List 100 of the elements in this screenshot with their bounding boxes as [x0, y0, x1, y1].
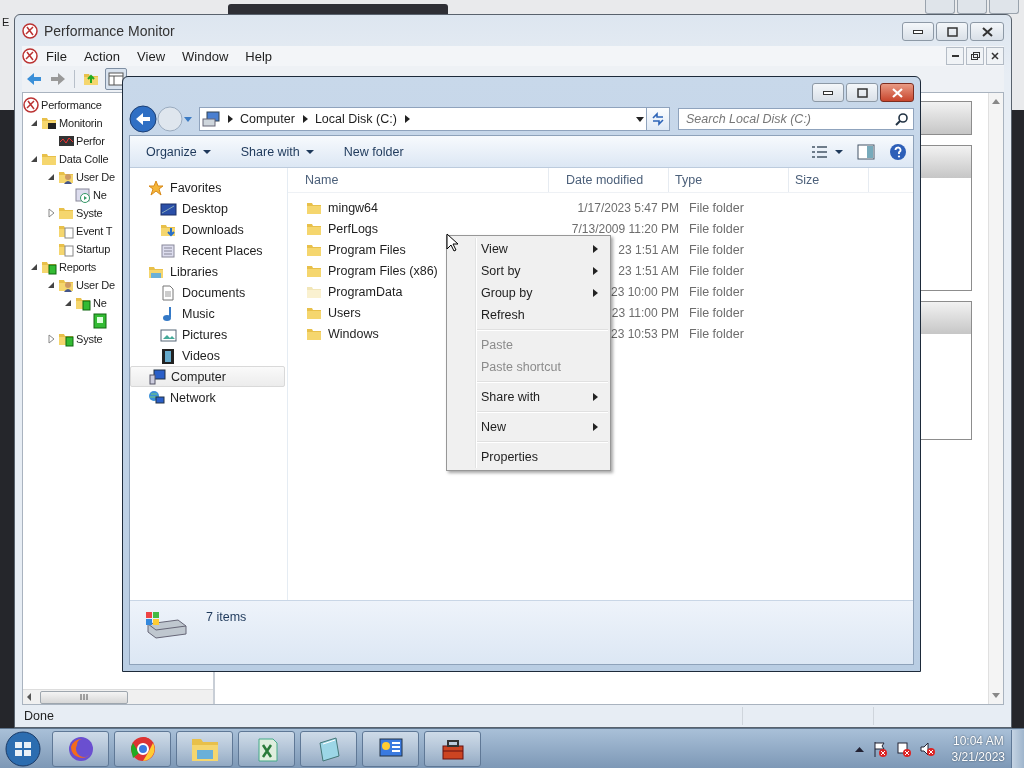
toolbar-button[interactable]: New folder	[343, 141, 404, 162]
file-name[interactable]: ProgramData	[328, 284, 403, 299]
tree-item[interactable]: User De	[76, 279, 115, 291]
preview-pane-icon[interactable]	[857, 143, 875, 160]
tree-item[interactable]: Perfor	[76, 135, 105, 147]
minimize-button[interactable]	[812, 83, 844, 102]
maximize-button[interactable]	[936, 22, 968, 41]
menu-item[interactable]: Action	[75, 48, 130, 64]
refresh-button[interactable]	[646, 107, 670, 131]
flag-alert-icon[interactable]	[871, 740, 888, 757]
nav-item[interactable]: Libraries	[130, 261, 285, 282]
menu-item[interactable]: Window	[174, 48, 238, 64]
file-name[interactable]: mingw64	[328, 200, 379, 215]
folder-icon	[58, 205, 74, 221]
type-cell-text: File folder	[688, 221, 745, 236]
tree-item[interactable]: Syste	[76, 207, 103, 219]
close-button[interactable]	[970, 22, 1004, 41]
show-hidden-icons-icon[interactable]	[854, 745, 864, 752]
file-name[interactable]: Program Files (x86)	[328, 263, 438, 278]
nav-item[interactable]: Music	[130, 303, 285, 324]
nav-item[interactable]: Videos	[130, 345, 285, 366]
close-button[interactable]	[986, 47, 1004, 65]
left-arrow-icon	[26, 693, 32, 701]
search-box[interactable]: Search Local Disk (C:)	[678, 108, 914, 130]
file-name[interactable]: Program Files	[328, 242, 406, 257]
back-button[interactable]	[129, 105, 157, 133]
scroll-thumb[interactable]	[40, 690, 128, 704]
breadcrumb-item[interactable]: Computer	[240, 112, 295, 126]
toolbar-button[interactable]: Share with	[240, 141, 314, 162]
nav-item[interactable]: Desktop	[130, 198, 285, 219]
history-dropdown-icon[interactable]	[183, 115, 193, 123]
column-header[interactable]: Size	[789, 168, 869, 192]
tree-item[interactable]: Monitorin	[59, 117, 103, 129]
type-cell-text: File folder	[688, 326, 745, 341]
nav-item[interactable]: Pictures	[130, 324, 285, 345]
address-bar[interactable]: Computer Local Disk (C:)	[199, 107, 647, 131]
type-cell-text: File folder	[688, 305, 745, 320]
tree-item[interactable]: Startup	[76, 243, 111, 255]
date-text: 23 10:53 PM	[610, 326, 679, 341]
speaker-muted-icon[interactable]	[919, 740, 936, 757]
search-field[interactable]: Search Local Disk (C:)	[686, 109, 895, 129]
expanded-icon[interactable]	[29, 262, 39, 272]
start-button[interactable]	[4, 729, 42, 768]
vertical-scrollbar[interactable]	[988, 93, 1003, 704]
file-name[interactable]: Users	[328, 305, 361, 320]
nav-item[interactable]: Recent Places	[130, 240, 285, 261]
maximize-button[interactable]	[846, 83, 878, 102]
tree-item[interactable]: User De	[76, 171, 115, 183]
nav-item[interactable]: Network	[130, 387, 285, 408]
network-alert-icon[interactable]	[895, 740, 912, 757]
taskbar-button[interactable]	[238, 730, 295, 767]
tree-item[interactable]: Event T	[76, 225, 113, 237]
collapsed-icon[interactable]	[46, 208, 56, 218]
expanded-icon[interactable]	[46, 172, 56, 182]
menu-item[interactable]: Help	[237, 48, 282, 64]
date-text: 1/17/2023 5:47 PM	[577, 200, 679, 215]
submenu-arrow-icon	[593, 267, 598, 275]
column-header[interactable]: Name	[288, 168, 549, 192]
submenu-arrow-icon	[593, 289, 598, 297]
expanded-icon[interactable]	[46, 280, 56, 290]
circle-logo-icon	[128, 734, 157, 763]
taskbar-button[interactable]	[52, 730, 109, 767]
folder-icon	[41, 115, 57, 131]
document-icon	[58, 241, 74, 257]
menu-item[interactable]: View	[129, 48, 175, 64]
menu-item[interactable]: File	[38, 48, 76, 64]
expanded-icon[interactable]	[29, 154, 39, 164]
refresh-icon	[650, 111, 666, 127]
restore-button[interactable]	[966, 47, 984, 65]
tree-item[interactable]: Ne	[93, 189, 107, 201]
taskbar-button[interactable]	[424, 730, 481, 767]
column-header[interactable]: Type	[669, 168, 789, 192]
expanded-icon[interactable]	[29, 118, 39, 128]
tree-item[interactable]: Data Colle	[59, 153, 109, 165]
horizontal-scrollbar[interactable]	[23, 689, 213, 704]
taskbar-button[interactable]	[362, 730, 419, 767]
minimize-icon	[951, 55, 959, 57]
nav-item[interactable]: Computer	[130, 366, 285, 387]
file-name[interactable]: Windows	[328, 326, 379, 341]
minimize-button[interactable]	[946, 47, 964, 65]
tree-item[interactable]: Syste	[76, 333, 103, 345]
toolbar-button[interactable]: Organize	[146, 141, 211, 162]
tree-item[interactable]: Reports	[59, 261, 97, 273]
help-icon[interactable]	[889, 142, 907, 161]
nav-item[interactable]: Favorites	[130, 177, 285, 198]
nav-item[interactable]: Downloads	[130, 219, 285, 240]
nav-item[interactable]: Documents	[130, 282, 285, 303]
tree-item[interactable]: Performance	[41, 99, 102, 111]
tree-toggle-button[interactable]	[105, 68, 127, 90]
view-list-icon	[811, 144, 829, 159]
minimize-button[interactable]	[902, 22, 934, 41]
expanded-icon[interactable]	[63, 298, 73, 308]
show-desktop-button[interactable]	[1011, 729, 1024, 768]
tree-item[interactable]: Ne	[93, 297, 107, 309]
star-icon	[148, 179, 165, 196]
breadcrumb-item[interactable]: Local Disk (C:)	[314, 112, 397, 126]
collapsed-icon[interactable]	[46, 334, 56, 344]
column-header[interactable]: Date modified	[549, 168, 669, 192]
file-name[interactable]: PerfLogs	[328, 221, 379, 236]
close-button[interactable]	[880, 83, 914, 102]
